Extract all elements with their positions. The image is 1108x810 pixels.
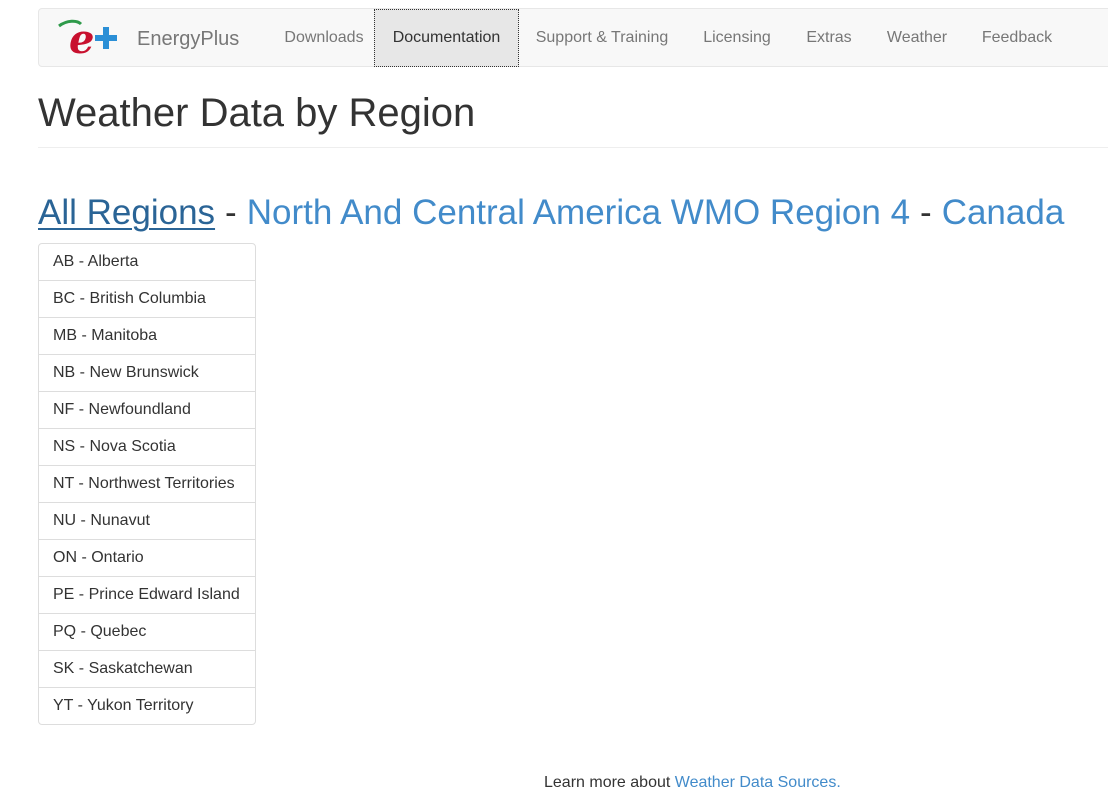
- nav-weather[interactable]: Weather: [872, 9, 962, 67]
- nav-support-training[interactable]: Support & Training: [519, 9, 685, 67]
- region-item-ns[interactable]: NS - Nova Scotia: [38, 428, 256, 466]
- region-item-pe[interactable]: PE - Prince Edward Island: [38, 576, 256, 614]
- region-item-pq[interactable]: PQ - Quebec: [38, 613, 256, 651]
- region-item-sk[interactable]: SK - Saskatchewan: [38, 650, 256, 688]
- footer-note: Learn more about Weather Data Sources.: [544, 772, 841, 794]
- region-item-on[interactable]: ON - Ontario: [38, 539, 256, 577]
- region-item-nf[interactable]: NF - Newfoundland: [38, 391, 256, 429]
- breadcrumb-wmo-region-4[interactable]: North And Central America WMO Region 4: [247, 193, 910, 232]
- energyplus-logo-icon: e: [58, 18, 117, 58]
- breadcrumb-separator: -: [225, 193, 237, 232]
- nav-documentation[interactable]: Documentation: [374, 9, 519, 67]
- svg-text:e: e: [69, 18, 94, 58]
- brand-name: EnergyPlus: [137, 27, 240, 50]
- nav-downloads[interactable]: Downloads: [264, 9, 384, 67]
- title-divider: [38, 147, 1108, 148]
- region-list: AB - Alberta BC - British Columbia MB - …: [38, 243, 256, 725]
- region-item-nu[interactable]: NU - Nunavut: [38, 502, 256, 540]
- region-item-mb[interactable]: MB - Manitoba: [38, 317, 256, 355]
- region-item-ab[interactable]: AB - Alberta: [38, 243, 256, 281]
- breadcrumb-all-regions[interactable]: All Regions: [38, 193, 215, 232]
- region-item-nb[interactable]: NB - New Brunswick: [38, 354, 256, 392]
- page-title: Weather Data by Region: [38, 91, 476, 135]
- region-item-nt[interactable]: NT - Northwest Territories: [38, 465, 256, 503]
- breadcrumb: All Regions - North And Central America WM…: [38, 190, 1064, 236]
- top-navbar: e EnergyPlus Downloads Documentation Sup…: [38, 8, 1108, 67]
- nav-feedback[interactable]: Feedback: [967, 9, 1067, 67]
- region-item-bc[interactable]: BC - British Columbia: [38, 280, 256, 318]
- weather-data-sources-link[interactable]: Weather Data Sources.: [675, 774, 841, 791]
- footer-text: Learn more about: [544, 774, 675, 791]
- nav-extras[interactable]: Extras: [794, 9, 864, 67]
- breadcrumb-separator: -: [920, 193, 932, 232]
- brand-link[interactable]: e EnergyPlus: [55, 18, 240, 58]
- nav-licensing[interactable]: Licensing: [689, 9, 785, 67]
- breadcrumb-canada[interactable]: Canada: [942, 193, 1065, 232]
- region-item-yt[interactable]: YT - Yukon Territory: [38, 687, 256, 725]
